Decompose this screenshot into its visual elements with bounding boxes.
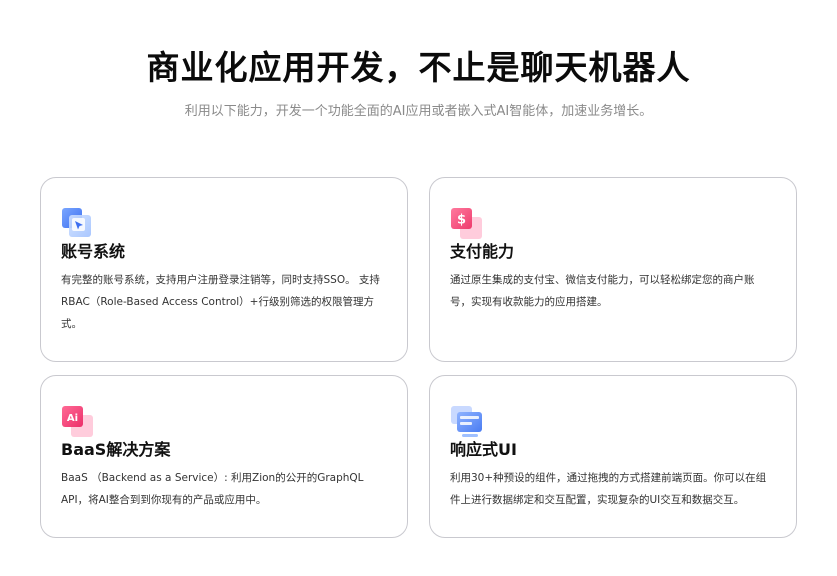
feature-title: 账号系统 (61, 242, 126, 261)
hero-title: 商业化应用开发，不止是聊天机器人 (146, 48, 691, 87)
feature-card-baas: Ai BaaS解决方案 BaaS （Backend as a Service）:… (40, 375, 408, 538)
feature-description: 通过原生集成的支付宝、微信支付能力，可以轻松绑定您的商户账号，实现有收款能力的应… (450, 274, 755, 308)
hero-subtitle: 利用以下能力，开发一个功能全面的AI应用或者嵌入式AI智能体，加速业务增长。 (184, 104, 653, 119)
payment-icon: $ (450, 207, 484, 241)
account-icon (61, 207, 95, 241)
feature-card-payment: $ 支付能力 通过原生集成的支付宝、微信支付能力，可以轻松绑定您的商户账号，实现… (429, 177, 797, 362)
feature-description: 利用30+种预设的组件，通过拖拽的方式搭建前端页面。你可以在组件上进行数据绑定和… (450, 472, 767, 506)
feature-description: BaaS （Backend as a Service）: 利用Zion的公开的G… (61, 472, 364, 506)
feature-card-account: 账号系统 有完整的账号系统，支持用户注册登录注销等，同时支持SSO。 支持RBA… (40, 177, 408, 362)
svg-text:Ai: Ai (67, 413, 78, 424)
feature-title: 响应式UI (450, 440, 517, 459)
responsive-ui-icon (450, 405, 484, 439)
feature-title: 支付能力 (450, 242, 515, 261)
feature-title: BaaS解决方案 (61, 440, 171, 459)
ai-icon: Ai (61, 405, 95, 439)
feature-description: 有完整的账号系统，支持用户注册登录注销等，同时支持SSO。 支持RBAC（Rol… (61, 274, 380, 330)
feature-card-responsive-ui: 响应式UI 利用30+种预设的组件，通过拖拽的方式搭建前端页面。你可以在组件上进… (429, 375, 797, 538)
svg-text:$: $ (457, 213, 466, 228)
